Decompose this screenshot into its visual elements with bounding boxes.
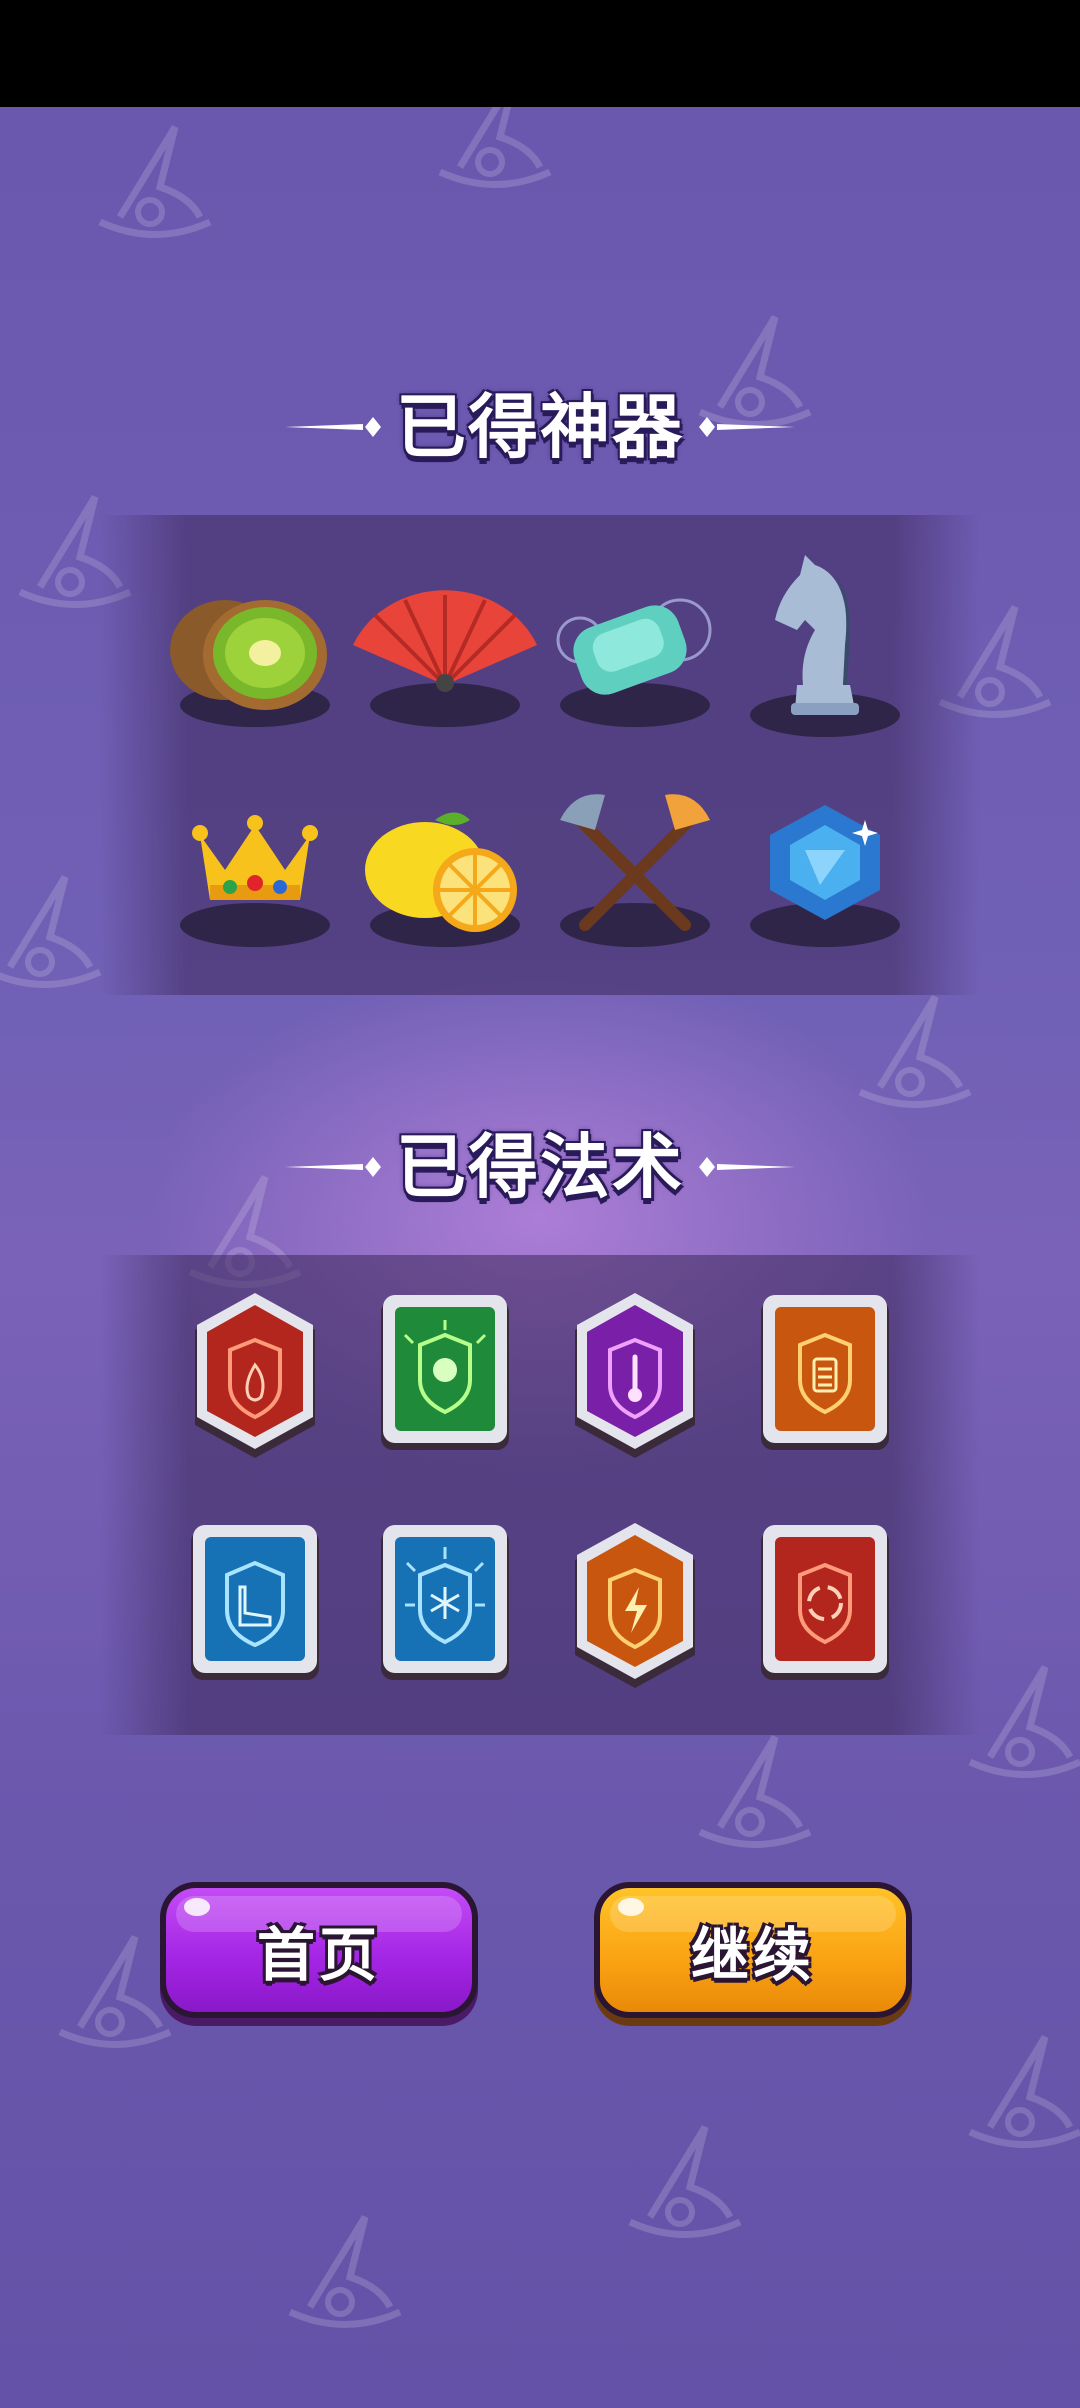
skull-shield-spell-icon	[381, 1295, 509, 1450]
spell-slot-battery[interactable]	[725, 1285, 925, 1485]
boot-shield-spell-icon	[191, 1525, 319, 1680]
spell-slot-lightning[interactable]	[535, 1515, 735, 1715]
temperature-shield-spell-icon	[575, 1293, 695, 1458]
artifact-slot-soap[interactable]	[535, 555, 735, 755]
artifact-slot-fan[interactable]	[345, 555, 545, 755]
continue-button-label: 继续	[690, 1921, 815, 1989]
spell-slot-boot[interactable]	[155, 1515, 355, 1715]
lemon-icon	[365, 812, 520, 947]
button-shine	[184, 1898, 210, 1916]
spell-slot-cycle[interactable]	[725, 1515, 925, 1715]
fire-shield-spell-icon	[195, 1293, 315, 1458]
chess-knight-icon	[750, 555, 900, 737]
soap-icon	[556, 598, 712, 727]
artifact-slot-axes[interactable]	[535, 775, 735, 975]
artifact-slot-knight[interactable]	[725, 545, 925, 745]
title-ornament-right-icon	[699, 1157, 795, 1177]
artifact-slot-gem[interactable]	[725, 775, 925, 975]
red-fan-icon	[353, 590, 537, 727]
cycle-shield-spell-icon	[761, 1525, 889, 1680]
frost-shield-spell-icon	[381, 1525, 509, 1680]
continue-button[interactable]: 继续	[594, 1882, 912, 2018]
crown-icon	[180, 815, 330, 947]
home-button[interactable]: 首页	[160, 1882, 478, 2018]
artifact-slot-kiwi[interactable]	[155, 555, 355, 755]
artifacts-panel	[100, 515, 980, 995]
lightning-shield-spell-icon	[575, 1523, 695, 1688]
spells-title: 已得法术	[396, 1126, 684, 1208]
title-ornament-right-icon	[699, 417, 795, 437]
crossed-axes-icon	[560, 794, 710, 947]
spell-slot-frost[interactable]	[345, 1515, 545, 1715]
artifact-slot-lemon[interactable]	[345, 775, 545, 975]
spells-panel	[100, 1255, 980, 1735]
spells-title-row: 已得法术	[0, 1112, 1080, 1222]
button-shine	[618, 1898, 644, 1916]
status-bar	[0, 0, 1080, 107]
artifacts-title-row: 已得神器	[0, 372, 1080, 482]
artifact-slot-crown[interactable]	[155, 775, 355, 975]
home-button-label: 首页	[256, 1921, 381, 1989]
blue-gem-icon	[750, 805, 900, 947]
spell-slot-temperature[interactable]	[535, 1285, 735, 1485]
spell-slot-skull[interactable]	[345, 1285, 545, 1485]
kiwi-icon	[170, 600, 330, 727]
artifacts-title: 已得神器	[396, 386, 684, 468]
spell-slot-fire[interactable]	[155, 1285, 355, 1485]
battery-shield-spell-icon	[761, 1295, 889, 1450]
